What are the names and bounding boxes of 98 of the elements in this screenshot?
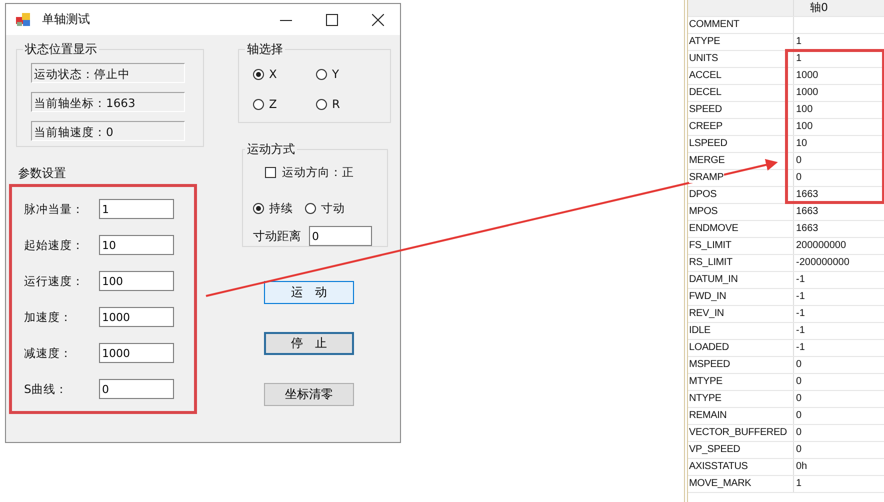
field-label: 减速度：	[24, 346, 73, 360]
table-cell: RS_LIMIT	[689, 257, 732, 268]
column-header: 轴0	[810, 1, 828, 14]
table-cell: MERGE	[689, 155, 725, 166]
table-cell: -1	[796, 342, 805, 353]
table-cell: SPEED	[689, 104, 722, 115]
button[interactable]: 运 动	[264, 281, 354, 304]
table-cell: 1663	[796, 206, 818, 217]
table-cell: VECTOR_BUFFERED	[689, 427, 787, 438]
table-cell: 1663	[796, 189, 818, 200]
checkbox[interactable]	[265, 166, 276, 178]
table-cell: 10	[796, 138, 808, 149]
table-cell: 0h	[796, 461, 808, 472]
status-label: 当前轴速度：0	[31, 121, 185, 141]
table-cell: FWD_IN	[689, 291, 726, 302]
radio-circle[interactable]	[253, 98, 264, 110]
table-cell: COMMENT	[689, 19, 740, 30]
table-cell: REMAIN	[689, 410, 727, 421]
radio-circle[interactable]	[316, 68, 327, 80]
radio-circle[interactable]	[253, 68, 264, 80]
table-cell: 100	[796, 121, 813, 132]
table-cell: 0	[796, 427, 802, 438]
field-label: 起始速度：	[24, 238, 85, 252]
maximize-icon[interactable]	[326, 14, 338, 26]
input-field[interactable]: 0	[99, 379, 174, 399]
input-field[interactable]: 1000	[99, 343, 174, 363]
radio-circle[interactable]	[305, 202, 316, 214]
checkbox-label[interactable]: 运动方向：正	[282, 164, 354, 180]
table-cell: MTYPE	[689, 376, 722, 387]
radio-label[interactable]: R	[332, 97, 340, 111]
table-cell: ENDMOVE	[689, 223, 738, 234]
table-cell: VP_SPEED	[689, 444, 740, 455]
radio-label[interactable]: X	[269, 67, 277, 81]
radio-label[interactable]: 持续	[269, 200, 293, 216]
table-cell: DPOS	[689, 189, 717, 200]
table-cell: 0	[796, 359, 802, 370]
radio-label[interactable]: Y	[332, 67, 340, 81]
field-label: S曲线：	[24, 382, 68, 396]
table-cell: 100	[796, 104, 813, 115]
input-field[interactable]: 0	[309, 226, 372, 246]
field-label: 加速度：	[24, 310, 73, 324]
status-label: 当前轴坐标：1663	[31, 92, 185, 112]
radio-circle[interactable]	[316, 98, 327, 110]
field-label: 运行速度：	[24, 274, 85, 288]
input-field[interactable]: 100	[99, 271, 174, 291]
close-icon[interactable]	[372, 14, 384, 26]
group-title: 参数设置	[17, 165, 67, 182]
button[interactable]: 坐标清零	[264, 383, 354, 406]
table-cell: NTYPE	[689, 393, 722, 404]
table-cell: -1	[796, 308, 805, 319]
group-title: 运动方式	[246, 141, 296, 158]
button[interactable]: 停 止	[264, 332, 354, 355]
input-field[interactable]: 10	[99, 235, 174, 255]
table-cell: -1	[796, 291, 805, 302]
table-cell: -1	[796, 274, 805, 285]
field-label: 寸动距离	[253, 228, 301, 244]
table-cell: MSPEED	[689, 359, 730, 370]
table-cell: 1	[796, 478, 802, 489]
table-cell: DECEL	[689, 87, 722, 98]
table-cell: LSPEED	[689, 138, 728, 149]
table-cell: CREEP	[689, 121, 722, 132]
radio-circle[interactable]	[253, 202, 264, 214]
status-label: 运动状态：停止中	[31, 63, 185, 83]
group-title: 轴选择	[246, 41, 284, 58]
table-cell: FS_LIMIT	[689, 240, 732, 251]
table-cell: 0	[796, 376, 802, 387]
group-title: 状态位置显示	[24, 41, 98, 58]
table-cell: 0	[796, 410, 802, 421]
table-cell: 1	[796, 36, 802, 47]
table-cell: MPOS	[689, 206, 718, 217]
input-field[interactable]: 1000	[99, 307, 174, 327]
table-cell: 0	[796, 155, 802, 166]
radio-label[interactable]: 寸动	[321, 200, 345, 216]
table-cell: UNITS	[689, 53, 718, 64]
table-cell: 0	[796, 172, 802, 183]
table-cell: AXISSTATUS	[689, 461, 748, 472]
table-cell: 200000000	[796, 240, 846, 251]
table-cell: -200000000	[796, 257, 850, 268]
app-icon	[16, 12, 32, 26]
table-cell: 1663	[796, 223, 818, 234]
table-cell: IDLE	[689, 325, 710, 336]
table-cell: ACCEL	[689, 70, 722, 81]
table-cell: 1000	[796, 87, 818, 98]
table-cell: MOVE_MARK	[689, 478, 752, 489]
table-cell: -1	[796, 325, 805, 336]
table-cell: LOADED	[689, 342, 729, 353]
input-field[interactable]: 1	[99, 199, 174, 219]
table-cell: SRAMP	[689, 172, 724, 183]
radio-label[interactable]: Z	[269, 97, 277, 111]
table-cell: DATUM_IN	[689, 274, 738, 285]
table-cell: REV_IN	[689, 308, 724, 319]
table-cell: ATYPE	[689, 36, 720, 47]
table-cell: 1	[796, 53, 802, 64]
table-cell: 0	[796, 444, 802, 455]
field-label: 脉冲当量：	[24, 202, 85, 216]
table-cell: 0	[796, 393, 802, 404]
window-title: 单轴测试	[42, 11, 90, 28]
table-cell: 1000	[796, 70, 818, 81]
